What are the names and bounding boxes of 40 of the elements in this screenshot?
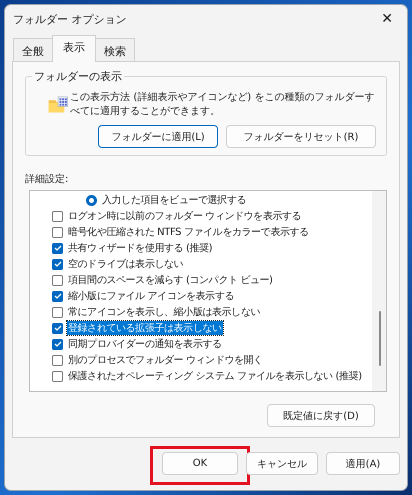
checkbox[interactable] <box>52 274 63 286</box>
tab[interactable]: 表示 <box>52 35 96 62</box>
setting-label[interactable]: 入力した項目をビューで選択する <box>101 193 248 207</box>
setting-label[interactable]: 常にアイコンを表示し、縮小版は表示しない <box>67 305 262 319</box>
setting-label[interactable]: 項目間のスペースを減らす (コンパクト ビュー) <box>67 273 274 287</box>
window-title: フォルダー オプション <box>13 12 126 26</box>
restore-defaults-button[interactable]: 既定値に戻す(D) <box>267 404 375 427</box>
setting-label[interactable]: 空のドライブは表示しない <box>67 257 184 271</box>
checkbox[interactable] <box>52 338 63 350</box>
checkbox[interactable] <box>52 258 63 270</box>
radio-button[interactable] <box>86 194 97 206</box>
group-title: フォルダーの表示 <box>32 69 124 84</box>
scrollbar[interactable] <box>372 191 386 391</box>
setting-label[interactable]: 保護されたオペレーティング システム ファイルを表示しない (推奨) <box>67 369 363 383</box>
setting-label[interactable]: 別のプロセスでフォルダー ウィンドウを開く <box>67 353 264 367</box>
dialog-button[interactable]: OK <box>162 452 238 475</box>
folder-button[interactable]: フォルダーをリセット(R) <box>226 125 376 148</box>
tab[interactable]: 全般 <box>13 38 53 62</box>
checkbox[interactable] <box>52 370 63 382</box>
checkbox[interactable] <box>52 210 63 222</box>
setting-label[interactable]: 登録されている拡張子は表示しない <box>67 321 223 335</box>
tab[interactable]: 検索 <box>95 38 135 62</box>
checkbox[interactable] <box>52 242 63 254</box>
folder-button[interactable]: フォルダーに適用(L) <box>98 125 218 148</box>
setting-label[interactable]: 共有ウィザードを使用する (推奨) <box>67 241 214 255</box>
setting-label[interactable]: ログオン時に以前のフォルダー ウィンドウを表示する <box>67 209 302 223</box>
checkbox[interactable] <box>52 306 63 318</box>
setting-label[interactable]: 縮小版にファイル アイコンを表示する <box>67 289 235 303</box>
setting-label[interactable]: 暗号化や圧縮された NTFS ファイルをカラーで表示する <box>67 225 310 239</box>
dialog-button[interactable]: 適用(A) <box>326 452 400 475</box>
checkbox[interactable] <box>52 322 63 334</box>
checkbox[interactable] <box>52 354 63 366</box>
scroll-thumb[interactable] <box>379 311 381 366</box>
advanced-settings-label: 詳細設定: <box>25 172 70 186</box>
close-button[interactable]: ✕ <box>375 11 399 27</box>
setting-label[interactable]: 同期プロバイダーの通知を表示する <box>67 337 223 351</box>
checkbox[interactable] <box>52 226 63 238</box>
dialog-button[interactable]: キャンセル <box>246 452 318 475</box>
description-text: この表示方法 (詳細表示やアイコンなど) をこの種類のフォルダーすべてに適用することができます。 <box>70 91 376 119</box>
checkbox[interactable] <box>52 290 63 302</box>
